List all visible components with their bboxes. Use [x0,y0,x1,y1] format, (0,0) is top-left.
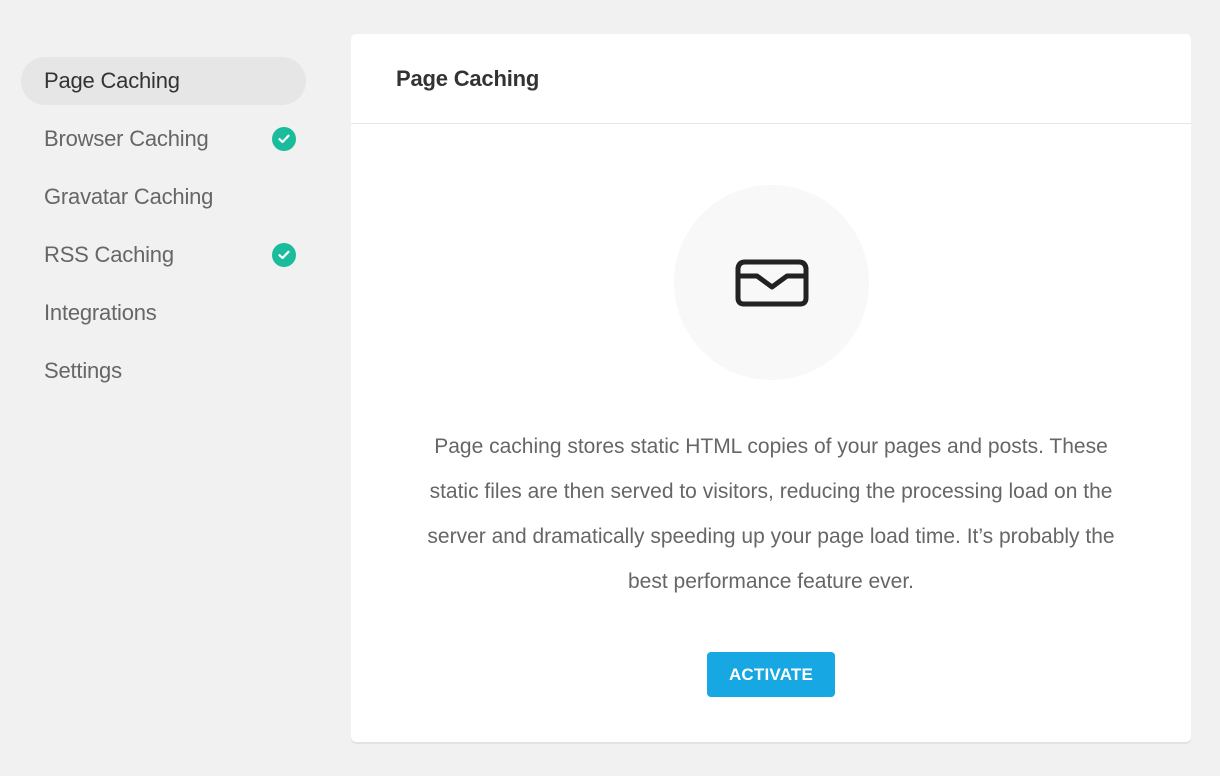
sidebar-item-label: Gravatar Caching [44,184,214,209]
hero-illustration [674,185,869,380]
sidebar-item-gravatar-caching[interactable]: Gravatar Caching [21,173,306,221]
sidebar-item-page-caching[interactable]: Page Caching [21,57,306,105]
activate-button[interactable]: ACTIVATE [707,652,835,697]
sidebar-item-browser-caching[interactable]: Browser Caching [21,115,306,163]
panel-title: Page Caching [396,65,540,91]
inbox-tray-icon [735,259,808,306]
sidebar-item-label: Settings [44,358,122,383]
check-circle-icon [272,243,296,267]
panel-header: Page Caching [351,34,1191,124]
sidebar-nav: Page Caching Browser Caching Gravatar Ca… [21,57,306,405]
sidebar-item-label: Page Caching [44,68,180,93]
sidebar-item-settings[interactable]: Settings [21,347,306,395]
sidebar-item-label: Browser Caching [44,126,209,151]
page: Page Caching Browser Caching Gravatar Ca… [0,0,1220,776]
check-circle-icon [272,127,296,151]
main-panel: Page Caching Page caching stores static … [351,34,1191,742]
sidebar-item-rss-caching[interactable]: RSS Caching [21,231,306,279]
sidebar-item-integrations[interactable]: Integrations [21,289,306,337]
sidebar-item-label: RSS Caching [44,242,174,267]
feature-description: Page caching stores static HTML copies o… [427,435,1115,593]
sidebar-item-label: Integrations [44,300,157,325]
